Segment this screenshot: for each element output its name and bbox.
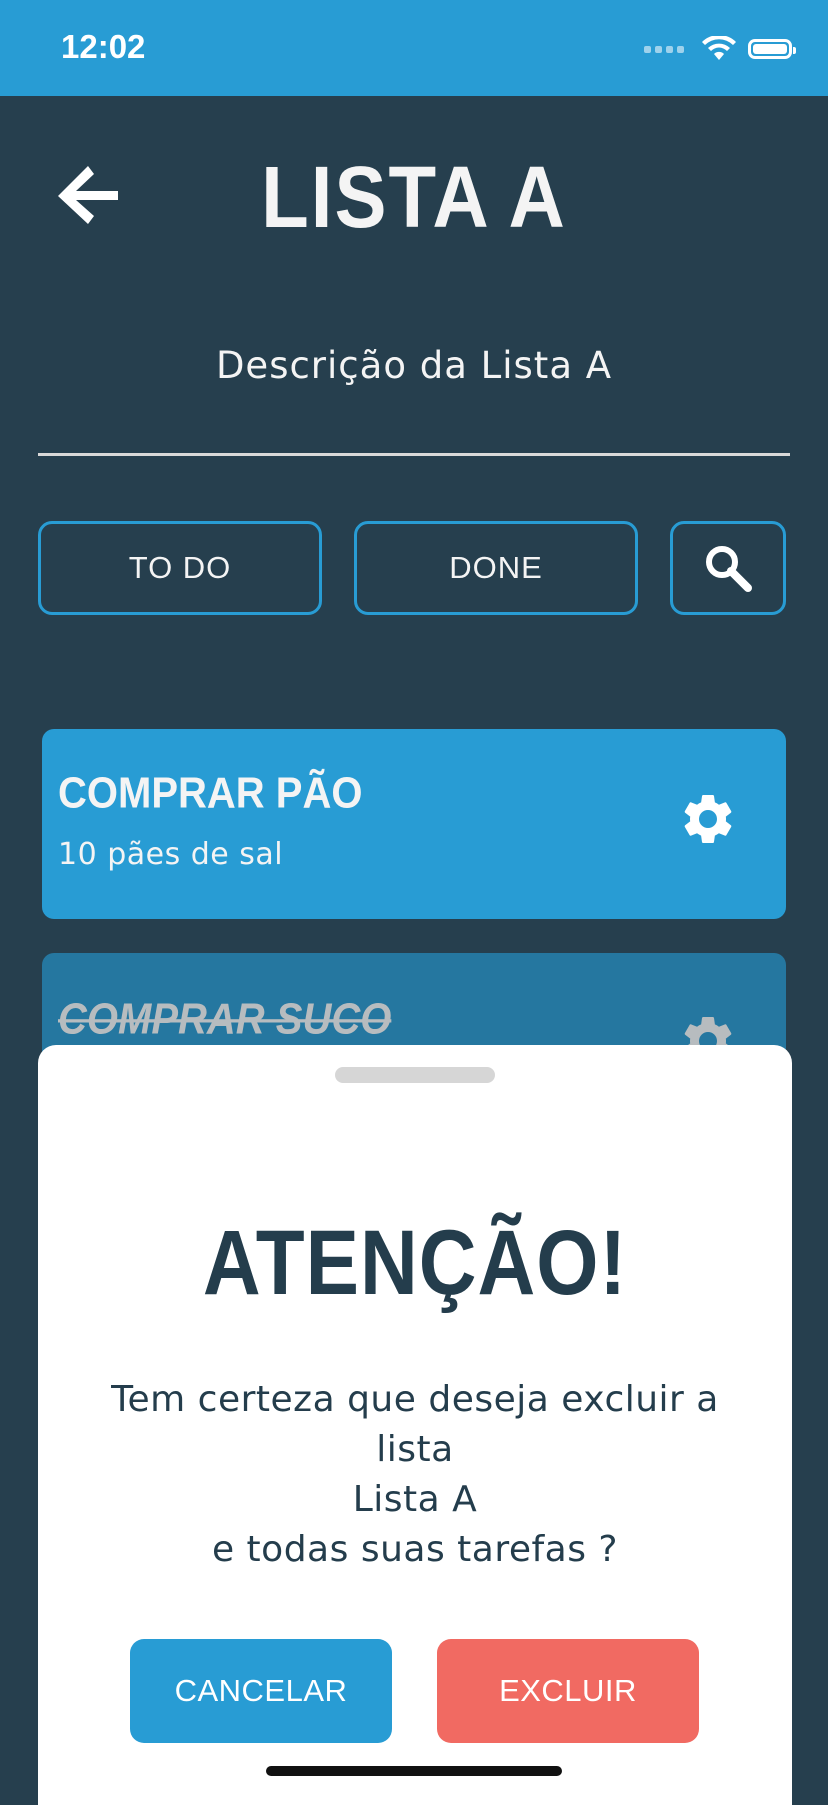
gear-icon xyxy=(684,794,732,843)
status-bar: 12:02 xyxy=(0,0,828,96)
task-subtitle: 10 pães de sal xyxy=(58,837,284,872)
home-indicator[interactable] xyxy=(266,1766,562,1776)
delete-button[interactable]: EXCLUIR xyxy=(437,1639,699,1743)
cancel-button[interactable]: CANCELAR xyxy=(130,1639,392,1743)
status-time: 12:02 xyxy=(61,28,146,65)
task-settings-button[interactable] xyxy=(678,789,738,849)
dialog-message-line: lista xyxy=(376,1429,454,1470)
dialog-title: ATENÇÃO! xyxy=(202,1211,628,1314)
status-icons xyxy=(644,36,796,62)
sheet-drag-handle[interactable] xyxy=(335,1067,495,1083)
search-button[interactable] xyxy=(670,521,786,615)
confirm-delete-sheet: ATENÇÃO! Tem certeza que deseja excluir … xyxy=(38,1045,792,1805)
task-title: COMPRAR SUCO xyxy=(58,995,392,1044)
search-icon xyxy=(706,546,752,592)
dialog-message: Tem certeza que deseja excluir a lista L… xyxy=(98,1375,732,1575)
dialog-message-line: Lista A xyxy=(352,1479,478,1520)
divider xyxy=(38,453,790,456)
wifi-icon xyxy=(702,36,736,60)
list-description: Descrição da Lista A xyxy=(215,344,613,387)
task-card[interactable]: COMPRAR PÃO 10 pães de sal xyxy=(42,729,786,919)
signal-icon xyxy=(644,45,684,53)
filter-done-button[interactable]: DONE xyxy=(354,521,638,615)
dialog-message-line: Tem certeza que deseja excluir a xyxy=(111,1379,719,1420)
task-title: COMPRAR PÃO xyxy=(58,769,363,818)
dialog-message-line: e todas suas tarefas ? xyxy=(211,1529,619,1570)
page-title: LISTA A xyxy=(261,147,567,247)
filter-todo-button[interactable]: TO DO xyxy=(38,521,322,615)
battery-icon xyxy=(748,39,796,59)
